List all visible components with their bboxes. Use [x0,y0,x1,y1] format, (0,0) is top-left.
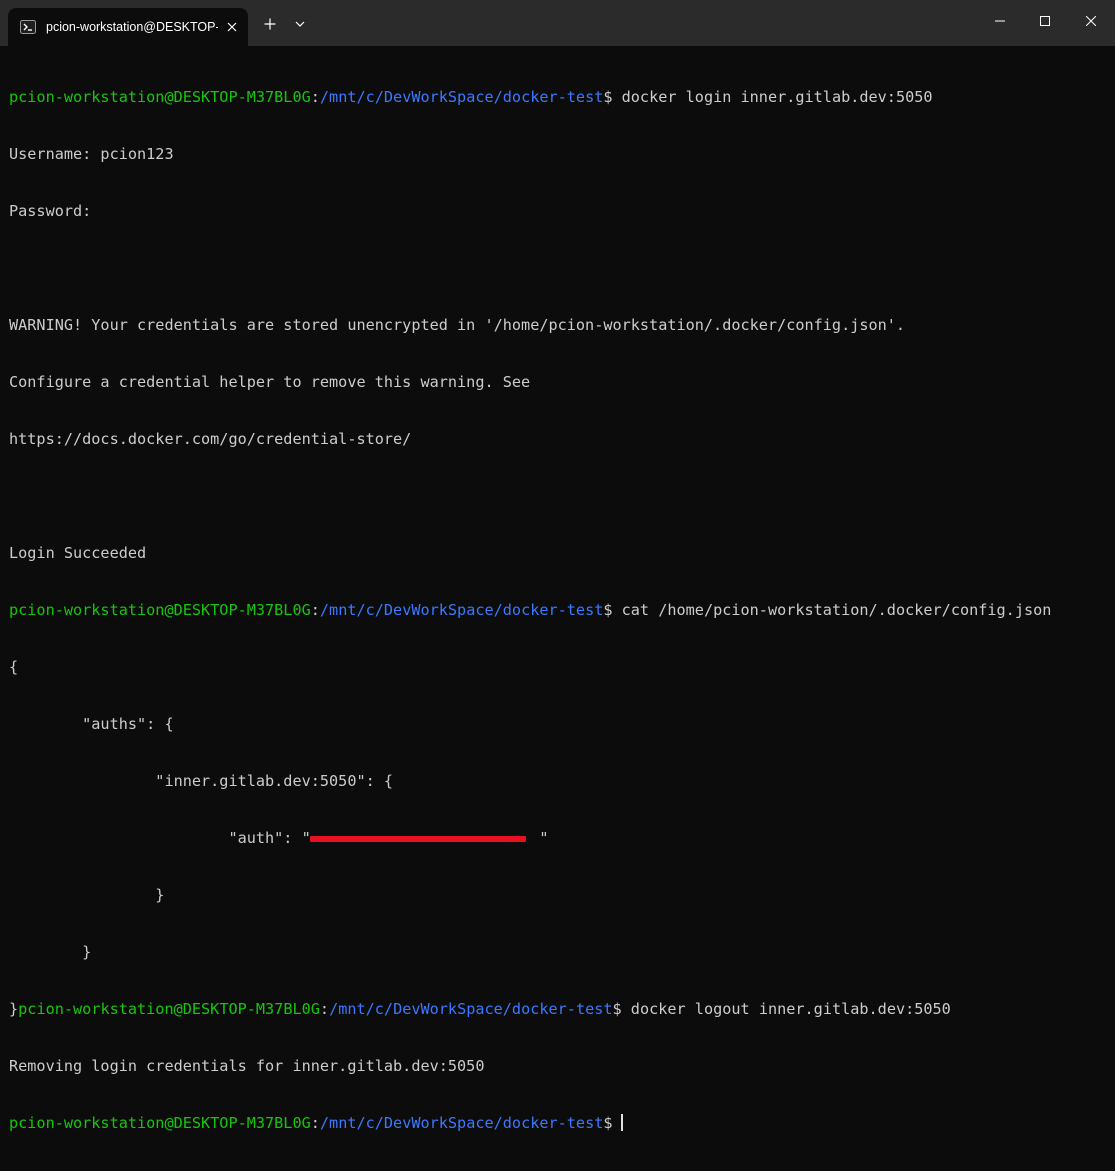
output-line: } [9,886,165,904]
prompt-line: pcion-workstation@DESKTOP-M37BL0G:/mnt/c… [9,601,1052,619]
terminal-tab[interactable]: pcion-workstation@DESKTOP-M37BL0G: /mnt/… [8,8,248,46]
plus-icon[interactable] [259,13,281,35]
redacted-auth-value: " " [301,829,549,847]
command-text: $ cat /home/pcion-workstation/.docker/co… [603,601,1052,619]
output-line: "inner.gitlab.dev:5050": { [9,772,394,790]
prompt-path: /mnt/c/DevWorkSpace/docker-test [319,1114,604,1132]
output-line: Configure a credential helper to remove … [9,373,531,391]
chevron-down-icon[interactable] [289,13,311,35]
redaction-bar [309,836,526,842]
prompt-user: pcion-workstation@DESKTOP-M37BL0G [9,601,311,619]
output-line: https://docs.docker.com/go/credential-st… [9,430,412,448]
tab-title: pcion-workstation@DESKTOP-M37BL0G: /mnt/… [46,20,218,34]
command-text: $ docker logout inner.gitlab.dev:5050 [612,1000,951,1018]
close-icon[interactable] [1068,0,1114,42]
command-text: $ [603,1114,613,1132]
title-bar: pcion-workstation@DESKTOP-M37BL0G: /mnt/… [0,0,1115,46]
output-line: Username: pcion123 [9,145,174,163]
output-line: "auths": { [9,715,174,733]
text-cursor [620,1114,623,1131]
prompt-user: pcion-workstation@DESKTOP-M37BL0G [9,1114,311,1132]
maximize-icon[interactable] [1022,0,1068,42]
prompt-path: /mnt/c/DevWorkSpace/docker-test [329,1000,613,1018]
prompt-user: pcion-workstation@DESKTOP-M37BL0G [18,1000,320,1018]
terminal-prompt-icon [20,19,36,35]
prompt-line: }pcion-workstation@DESKTOP-M37BL0G:/mnt/… [9,1000,951,1018]
command-text: $ docker login inner.gitlab.dev:5050 [603,88,933,106]
output-line: { [9,658,19,676]
output-line: Removing login credentials for inner.git… [9,1057,485,1075]
prompt-user: pcion-workstation@DESKTOP-M37BL0G [9,88,311,106]
output-line: Password: [9,202,92,220]
output-line: Login Succeeded [9,544,147,562]
terminal-output[interactable]: pcion-workstation@DESKTOP-M37BL0G:/mnt/c… [0,46,1115,1132]
prompt-line: pcion-workstation@DESKTOP-M37BL0G:/mnt/c… [9,1114,1109,1133]
minimize-icon[interactable] [977,0,1023,42]
output-line: } [9,943,92,961]
auth-line: "auth": " " [9,829,549,847]
prompt-path: /mnt/c/DevWorkSpace/docker-test [319,88,604,106]
prompt-line: pcion-workstation@DESKTOP-M37BL0G:/mnt/c… [9,88,933,106]
prompt-path: /mnt/c/DevWorkSpace/docker-test [319,601,604,619]
warning-line: WARNING! Your credentials are stored une… [9,316,906,334]
close-icon[interactable] [222,17,242,37]
